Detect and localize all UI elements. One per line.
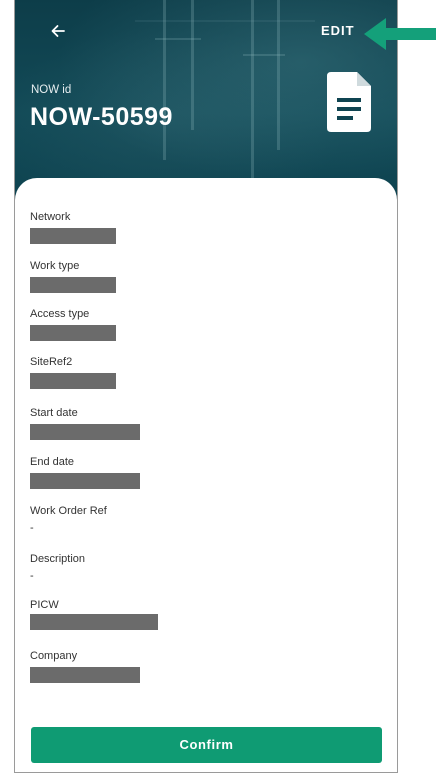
field-siteref2: SiteRef2: [30, 355, 116, 389]
field-picw: PICW: [30, 598, 158, 630]
now-id-value: NOW-50599: [30, 103, 173, 131]
field-work-type: Work type: [30, 259, 116, 293]
background-tower-bar: [135, 20, 315, 22]
field-value: -: [30, 570, 34, 582]
header: EDIT NOW id NOW-50599: [15, 0, 397, 205]
field-company: Company: [30, 649, 140, 683]
document-icon: [327, 72, 371, 132]
background-tower-line: [251, 0, 254, 190]
field-label: Network: [30, 211, 71, 223]
edit-button[interactable]: EDIT: [321, 20, 355, 42]
field-label: PICW: [30, 599, 59, 611]
redacted-value: [30, 424, 140, 440]
app-screen: EDIT NOW id NOW-50599 Network Work type …: [14, 0, 398, 773]
back-button[interactable]: [45, 18, 71, 44]
redacted-value: [30, 373, 116, 389]
background-tower-bar: [155, 38, 201, 40]
redacted-value: [30, 277, 116, 293]
field-label: Work Order Ref: [30, 505, 107, 517]
field-label: End date: [30, 456, 75, 468]
arrow-left-icon: [51, 25, 65, 37]
background-tower-bar: [243, 54, 285, 56]
redacted-value: [30, 473, 140, 489]
field-work-order-ref: Work Order Ref -: [30, 504, 107, 535]
redacted-value: [30, 228, 116, 244]
redacted-value: [30, 614, 158, 630]
confirm-button[interactable]: Confirm: [31, 727, 382, 763]
field-label: Start date: [30, 407, 78, 419]
redacted-value: [30, 325, 116, 341]
field-label: Access type: [30, 308, 90, 320]
annotation-arrow-icon: [364, 18, 436, 50]
field-value: -: [30, 522, 34, 534]
field-label: SiteRef2: [30, 356, 73, 368]
field-access-type: Access type: [30, 307, 116, 341]
field-start-date: Start date: [30, 406, 140, 440]
field-label: Work type: [30, 260, 80, 272]
background-tower-line: [277, 0, 280, 150]
background-tower-line: [163, 0, 166, 160]
field-label: Description: [30, 553, 86, 565]
field-description: Description -: [30, 552, 85, 583]
now-id-label: NOW id: [31, 84, 72, 96]
field-label: Company: [30, 650, 78, 662]
redacted-value: [30, 667, 140, 683]
field-end-date: End date: [30, 455, 140, 489]
field-network: Network: [30, 210, 116, 244]
